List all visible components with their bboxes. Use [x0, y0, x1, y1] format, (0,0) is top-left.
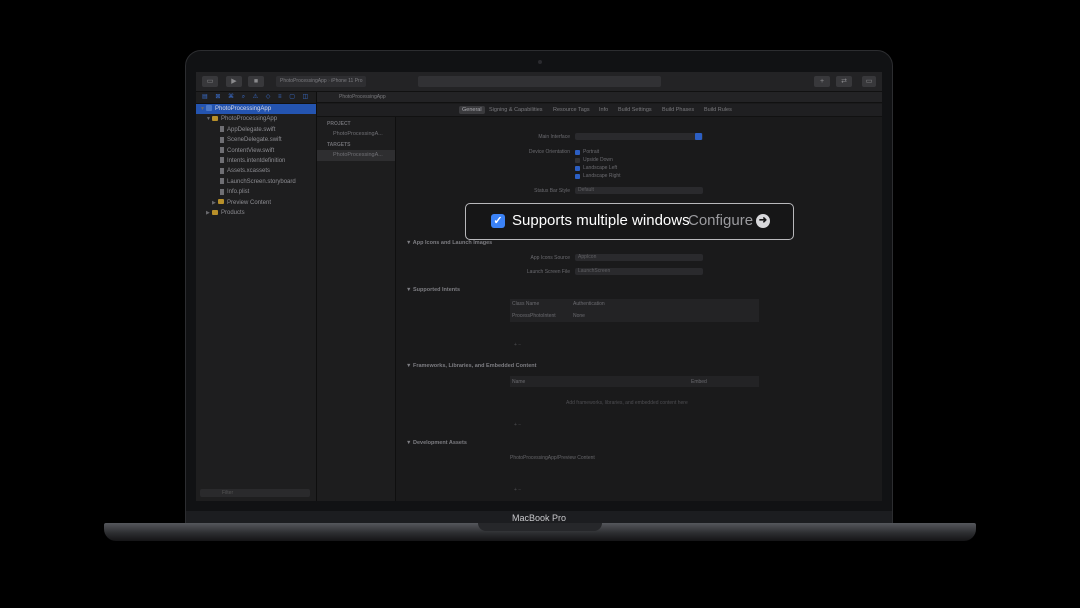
navigator-toggle-icon[interactable]: ▭: [202, 76, 218, 87]
intents-col-auth: Authentication: [573, 301, 605, 307]
nav-item-file[interactable]: SceneDelegate.swift: [196, 135, 316, 145]
targets-panel: PROJECT PhotoProcessingA... TARGETS Phot…: [317, 117, 396, 501]
landscape-right-label: Landscape Right: [583, 173, 621, 179]
intent-file-icon: [220, 157, 224, 164]
frameworks-col-embed: Embed: [691, 379, 707, 385]
navigator-tabs[interactable]: ▤ ⊠ ⌘ ⌕ ⚠ ◇ ≡ ▢ ◫: [196, 92, 316, 104]
folder-icon: [212, 116, 218, 122]
device-orientation-label: Device Orientation: [528, 149, 570, 155]
upside-down-checkbox[interactable]: [575, 158, 580, 163]
status-bar-select[interactable]: Default: [575, 187, 703, 194]
main-interface-label: Main Interface: [538, 134, 570, 140]
swift-file-icon: [220, 146, 224, 153]
portrait-checkbox[interactable]: [575, 150, 580, 155]
folder-icon: [212, 209, 218, 215]
frameworks-section[interactable]: ▼ Frameworks, Libraries, and Embedded Co…: [406, 363, 536, 369]
intents-row-class[interactable]: ProcessPhotoIntent: [512, 313, 556, 319]
checkbox-checked-icon[interactable]: ✓: [491, 214, 505, 228]
project-item[interactable]: PhotoProcessingA...: [317, 129, 395, 140]
intents-row-auth[interactable]: None: [573, 313, 585, 319]
jump-bar[interactable]: PhotoProcessingApp: [317, 92, 882, 103]
stop-button[interactable]: ■: [248, 76, 264, 87]
main-interface-field[interactable]: [575, 133, 703, 140]
jump-bar-path[interactable]: PhotoProcessingApp: [339, 94, 386, 100]
targets-header: TARGETS: [327, 142, 351, 148]
intents-section[interactable]: ▼ Supported Intents: [406, 287, 460, 293]
inspector-toggle-icon[interactable]: ▭: [862, 76, 876, 87]
landscape-left-label: Landscape Left: [583, 165, 618, 171]
target-item[interactable]: PhotoProcessingA...: [317, 150, 395, 161]
intents-table: Class Name Authentication ProcessPhotoIn…: [510, 299, 759, 322]
tab-signing[interactable]: Signing & Capabilities: [489, 106, 543, 114]
nav-item-group[interactable]: ▶ Preview Content: [196, 198, 316, 208]
swift-file-icon: [220, 126, 224, 133]
tab-build-settings[interactable]: Build Settings: [618, 106, 652, 114]
tab-general[interactable]: General: [459, 106, 485, 114]
upside-down-label: Upside Down: [583, 157, 613, 163]
tab-resource-tags[interactable]: Resource Tags: [553, 106, 590, 114]
tab-build-phases[interactable]: Build Phases: [662, 106, 694, 114]
nav-item-file[interactable]: ContentView.swift: [196, 146, 316, 156]
landscape-left-checkbox[interactable]: [575, 166, 580, 171]
project-header: PROJECT: [327, 121, 351, 127]
plist-icon: [220, 188, 224, 195]
status-bar-label: Status Bar Style: [534, 188, 570, 194]
navigator-filter-input[interactable]: Filter: [200, 489, 310, 497]
add-asset-icon[interactable]: + −: [514, 487, 521, 493]
device-name: iPhone 11 Pro: [331, 78, 363, 84]
landscape-right-checkbox[interactable]: [575, 174, 580, 179]
supports-multiple-windows-label: Supports multiple windows: [512, 212, 690, 229]
dev-assets-section[interactable]: ▼ Development Assets: [406, 440, 467, 446]
editor-tab-bar: General Signing & Capabilities Resource …: [317, 104, 882, 117]
frameworks-empty-text: Add frameworks, libraries, and embedded …: [566, 400, 688, 406]
intents-col-class: Class Name: [512, 301, 540, 307]
nav-item-group[interactable]: ▶ Products: [196, 208, 316, 218]
nav-item-project[interactable]: ▼ PhotoProcessingApp: [196, 104, 316, 115]
toolbar: ▭ ▶ ■ PhotoProcessingApp › iPhone 11 Pro…: [196, 72, 882, 92]
project-navigator: ▤ ⊠ ⌘ ⌕ ⚠ ◇ ≡ ▢ ◫ ▼ PhotoProcessingApp ▼ P…: [196, 92, 317, 501]
xcode-window: ▭ ▶ ■ PhotoProcessingApp › iPhone 11 Pro…: [196, 72, 882, 501]
frameworks-col-name: Name: [512, 379, 526, 385]
dev-assets-path[interactable]: PhotoProcessingApp/Preview Content: [510, 455, 595, 461]
arrow-right-circle-icon[interactable]: ➜: [756, 214, 770, 228]
camera-icon: [538, 60, 542, 64]
nav-item-file[interactable]: AppDelegate.swift: [196, 125, 316, 135]
tab-build-rules[interactable]: Build Rules: [704, 106, 732, 114]
add-framework-icon[interactable]: + −: [514, 422, 521, 428]
app-icons-section[interactable]: ▼ App Icons and Launch Images: [406, 240, 492, 246]
folder-icon: [218, 199, 224, 205]
add-intent-icon[interactable]: + −: [514, 342, 521, 348]
swift-file-icon: [220, 136, 224, 143]
launch-screen-field[interactable]: LaunchScreen: [575, 268, 703, 275]
tab-info[interactable]: Info: [599, 106, 608, 114]
activity-viewer: [418, 76, 661, 87]
laptop-notch: [478, 523, 602, 531]
library-button[interactable]: +: [814, 76, 830, 87]
nav-item-file[interactable]: Info.plist: [196, 187, 316, 197]
launch-screen-label: Launch Screen File: [526, 269, 570, 275]
nav-item-file[interactable]: Intents.intentdefinition: [196, 156, 316, 166]
nav-item-group[interactable]: ▼ PhotoProcessingApp: [196, 114, 316, 124]
multiple-windows-callout: ✓ Supports multiple windows Configure ➜: [465, 203, 794, 240]
nav-item-file[interactable]: Assets.xcassets: [196, 166, 316, 176]
general-editor: Main Interface Device Orientation Portra…: [396, 117, 882, 501]
scheme-name: PhotoProcessingApp: [280, 78, 327, 84]
portrait-label: Portrait: [583, 149, 600, 155]
storyboard-icon: [220, 178, 224, 185]
frameworks-table-header: Name Embed: [510, 376, 759, 387]
run-button[interactable]: ▶: [226, 76, 242, 87]
configure-link[interactable]: Configure: [688, 212, 753, 229]
assets-icon: [220, 167, 224, 174]
laptop-model-label: MacBook Pro: [511, 513, 567, 523]
main-interface-stepper[interactable]: [695, 133, 702, 140]
nav-item-file[interactable]: LaunchScreen.storyboard: [196, 177, 316, 187]
scheme-selector[interactable]: PhotoProcessingApp › iPhone 11 Pro: [276, 76, 367, 87]
editor-layout-button[interactable]: ⇄: [836, 76, 852, 87]
project-icon: [206, 105, 212, 112]
app-icons-source-label: App Icons Source: [530, 255, 570, 261]
app-icons-source-select[interactable]: AppIcon: [575, 254, 703, 261]
